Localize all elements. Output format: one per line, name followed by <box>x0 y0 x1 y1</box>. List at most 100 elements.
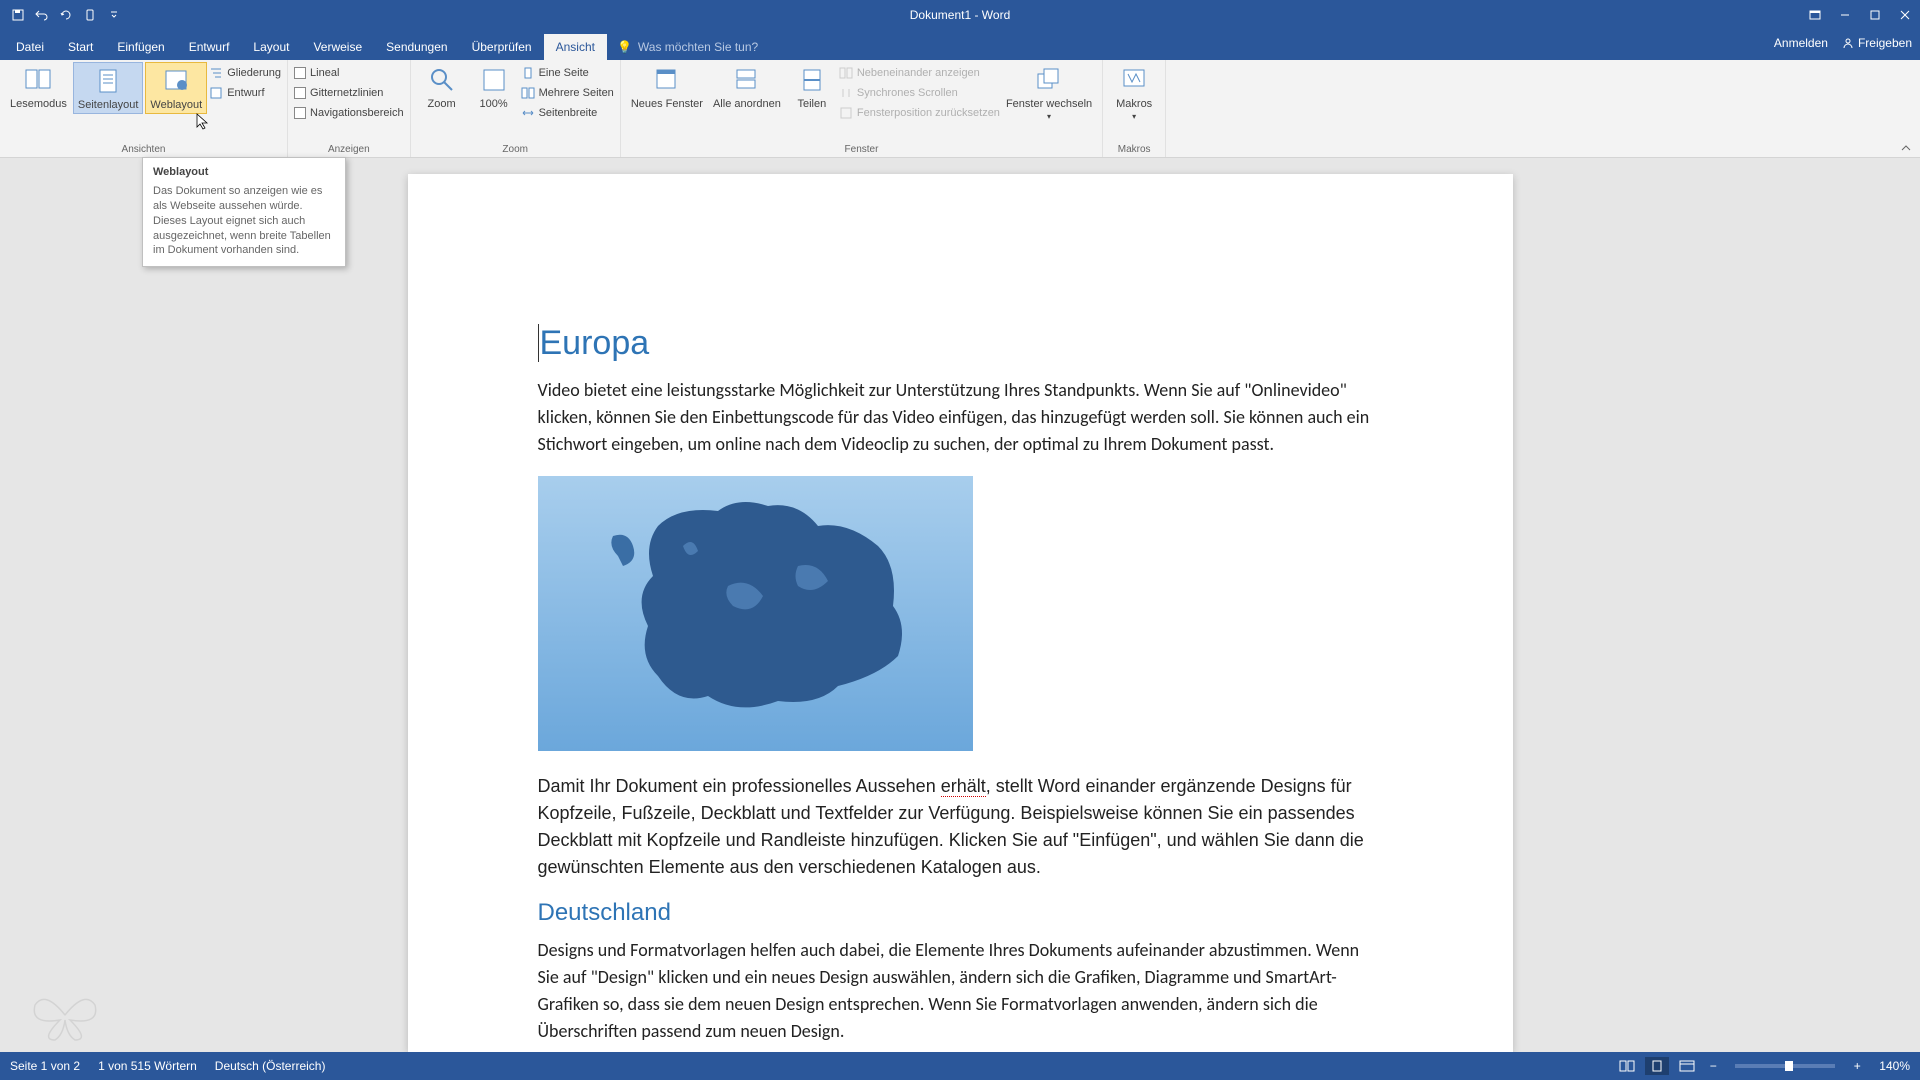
undo-icon[interactable] <box>32 5 52 25</box>
checkbox-icon <box>294 67 306 79</box>
makros-button[interactable]: Makros ▾ <box>1109 62 1159 144</box>
gliederung-button[interactable]: Gliederung <box>209 64 281 82</box>
account-area: Anmelden Freigeben <box>1774 36 1912 50</box>
tab-verweise[interactable]: Verweise <box>301 34 374 60</box>
maximize-icon[interactable] <box>1860 0 1890 30</box>
seitenbreite-button[interactable]: Seitenbreite <box>521 104 614 122</box>
zoom-value[interactable]: 140% <box>1879 1059 1910 1073</box>
read-mode-view-icon[interactable] <box>1615 1057 1639 1075</box>
makros-icon <box>1118 64 1150 96</box>
chevron-down-icon: ▾ <box>1132 112 1136 121</box>
neues-label: Neues Fenster <box>631 98 703 110</box>
position-label: Fensterposition zurücksetzen <box>857 107 1000 119</box>
breite-label: Seitenbreite <box>539 107 598 119</box>
tab-einfuegen[interactable]: Einfügen <box>105 34 176 60</box>
web-layout-view-icon[interactable] <box>1675 1057 1699 1075</box>
status-page[interactable]: Seite 1 von 2 <box>10 1059 80 1073</box>
gliederung-label: Gliederung <box>227 67 281 79</box>
zoom-label: Zoom <box>428 98 456 110</box>
touch-mode-icon[interactable] <box>80 5 100 25</box>
new-window-icon <box>651 64 683 96</box>
alle-anordnen-button[interactable]: Alle anordnen <box>709 62 785 112</box>
ribbon: Lesemodus Seitenlayout Weblayout Glieder… <box>0 60 1920 158</box>
freigeben-button[interactable]: Freigeben <box>1842 36 1912 50</box>
entwurf-button[interactable]: Entwurf <box>209 84 281 102</box>
print-layout-view-icon[interactable] <box>1645 1057 1669 1075</box>
chevron-down-icon: ▾ <box>1047 112 1051 121</box>
heading-deutschland[interactable]: Deutschland <box>538 899 1383 927</box>
hundred-icon <box>478 64 510 96</box>
position-button: Fensterposition zurücksetzen <box>839 104 1000 122</box>
tell-me-search[interactable]: 💡 Was möchten Sie tun? <box>607 34 768 60</box>
checkbox-icon <box>294 107 306 119</box>
heading-europa[interactable]: Europa <box>538 324 1383 363</box>
hundred-label: 100% <box>480 98 508 110</box>
weblayout-icon <box>160 65 192 97</box>
anmelden-link[interactable]: Anmelden <box>1774 36 1828 50</box>
wechseln-label: Fenster wechseln <box>1006 98 1092 110</box>
zoom-button[interactable]: Zoom <box>417 62 467 112</box>
zoom-icon <box>426 64 458 96</box>
tab-start[interactable]: Start <box>56 34 105 60</box>
tab-ueberpruefen[interactable]: Überprüfen <box>460 34 544 60</box>
document-page[interactable]: Europa Video bietet eine leistungsstarke… <box>408 174 1513 1052</box>
gitter-checkbox[interactable]: Gitternetzlinien <box>294 84 404 102</box>
mehrere-seiten-button[interactable]: Mehrere Seiten <box>521 84 614 102</box>
tab-datei[interactable]: Datei <box>4 34 56 60</box>
lightbulb-icon: 💡 <box>617 40 632 54</box>
minimize-icon[interactable] <box>1830 0 1860 30</box>
lineal-checkbox[interactable]: Lineal <box>294 64 404 82</box>
hundred-button[interactable]: 100% <box>469 62 519 112</box>
teilen-button[interactable]: Teilen <box>787 62 837 112</box>
status-words[interactable]: 1 von 515 Wörtern <box>98 1059 197 1073</box>
tab-ansicht[interactable]: Ansicht <box>544 34 607 60</box>
entwurf-label: Entwurf <box>227 87 264 99</box>
lesemodus-button[interactable]: Lesemodus <box>6 62 71 112</box>
group-fenster: Neues Fenster Alle anordnen Teilen Neben… <box>621 60 1103 157</box>
weblayout-tooltip: Weblayout Das Dokument so anzeigen wie e… <box>142 157 346 267</box>
zoom-in-button[interactable]: + <box>1849 1059 1865 1073</box>
zoom-slider[interactable] <box>1735 1064 1835 1068</box>
nebeneinander-label: Nebeneinander anzeigen <box>857 67 980 79</box>
window-title: Dokument1 - Word <box>910 8 1010 22</box>
butterfly-watermark <box>30 985 100 1045</box>
seitenlayout-button[interactable]: Seitenlayout <box>73 62 144 114</box>
title-bar: Dokument1 - Word <box>0 0 1920 30</box>
paragraph-3[interactable]: Designs und Formatvorlagen helfen auch d… <box>538 937 1383 1045</box>
qat-dropdown-icon[interactable] <box>104 5 124 25</box>
spelling-error[interactable]: erhält <box>941 776 986 797</box>
status-language[interactable]: Deutsch (Österreich) <box>215 1059 326 1073</box>
lineal-label: Lineal <box>310 67 339 79</box>
eine-seite-label: Eine Seite <box>539 67 589 79</box>
zoom-out-button[interactable]: − <box>1705 1059 1721 1073</box>
share-icon <box>1842 37 1854 49</box>
arrange-all-icon <box>731 64 763 96</box>
seitenlayout-icon <box>92 65 124 97</box>
europe-map-image[interactable] <box>538 476 973 751</box>
seitenlayout-label: Seitenlayout <box>78 99 139 111</box>
paragraph-2[interactable]: Damit Ihr Dokument ein professionelles A… <box>538 773 1383 881</box>
gliederung-icon <box>209 66 223 80</box>
makros-label: Makros <box>1116 98 1152 110</box>
zoom-slider-thumb[interactable] <box>1785 1061 1793 1071</box>
tab-entwurf[interactable]: Entwurf <box>177 34 242 60</box>
ribbon-tabs: Datei Start Einfügen Entwurf Layout Verw… <box>0 30 1920 60</box>
nav-checkbox[interactable]: Navigationsbereich <box>294 104 404 122</box>
paragraph-1[interactable]: Video bietet eine leistungsstarke Möglic… <box>538 377 1383 458</box>
close-icon[interactable] <box>1890 0 1920 30</box>
synchron-button: Synchrones Scrollen <box>839 84 1000 102</box>
save-icon[interactable] <box>8 5 28 25</box>
gitter-label: Gitternetzlinien <box>310 87 383 99</box>
weblayout-button[interactable]: Weblayout <box>145 62 207 114</box>
collapse-ribbon-icon[interactable] <box>1900 143 1912 153</box>
ribbon-display-icon[interactable] <box>1800 0 1830 30</box>
heading-europa-text: Europa <box>540 324 650 362</box>
tab-sendungen[interactable]: Sendungen <box>374 34 459 60</box>
fenster-wechseln-button[interactable]: Fenster wechseln ▾ <box>1002 62 1096 123</box>
document-scroll-area[interactable]: Europa Video bietet eine leistungsstarke… <box>0 158 1920 1052</box>
tab-layout[interactable]: Layout <box>241 34 301 60</box>
eine-seite-button[interactable]: Eine Seite <box>521 64 614 82</box>
neues-fenster-button[interactable]: Neues Fenster <box>627 62 707 112</box>
cursor-icon <box>196 113 210 131</box>
redo-icon[interactable] <box>56 5 76 25</box>
